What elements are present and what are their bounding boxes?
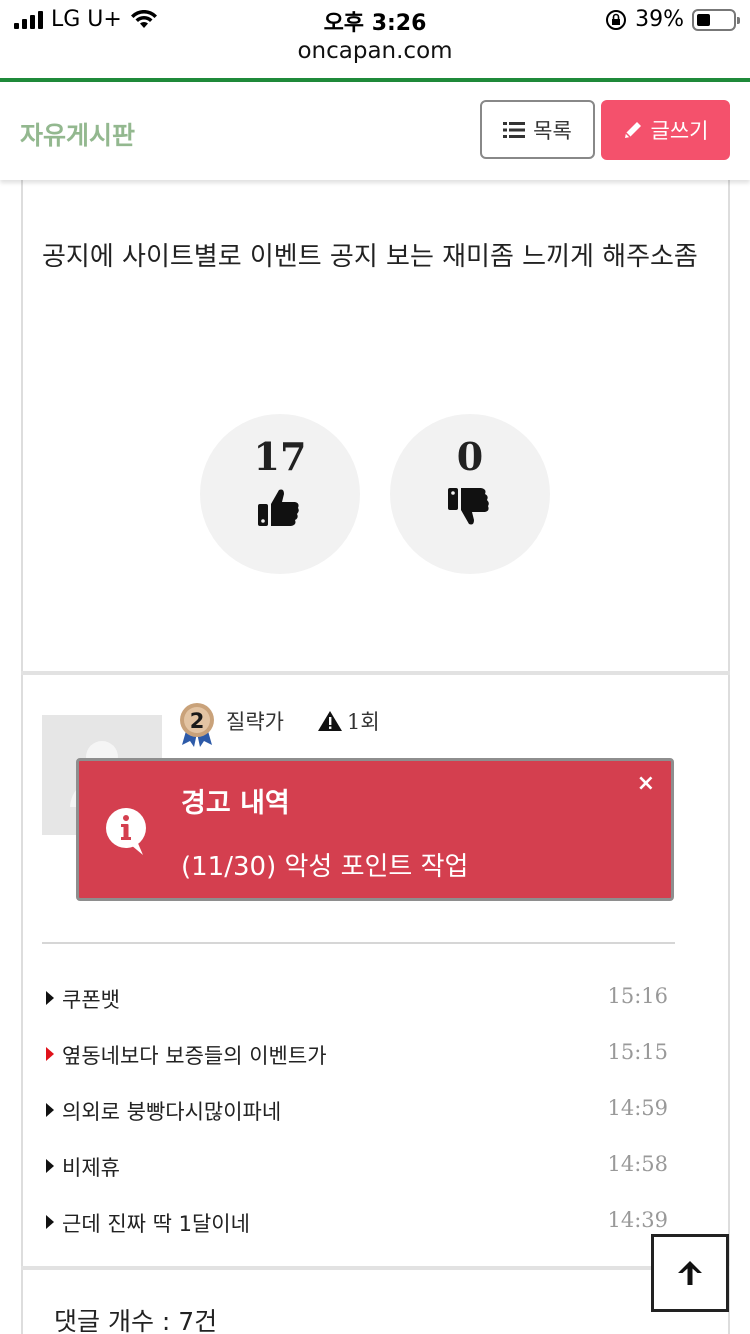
url-bar[interactable]: oncapan.com (0, 38, 750, 64)
list-button-label: 목록 (533, 118, 572, 143)
related-post-item[interactable]: 옆동네보다 보증들의 이벤트가 15:15 (42, 1026, 672, 1082)
related-post-title: 쿠폰뱃 (62, 988, 120, 1012)
upvote-button[interactable]: 17 (200, 414, 360, 574)
toast-title: 경고 내역 (181, 788, 290, 819)
comments-divider (21, 1266, 730, 1270)
downvote-count: 0 (456, 434, 484, 479)
toast-message: (11/30) 악성 포인트 작업 (181, 852, 469, 882)
related-divider (42, 942, 675, 944)
section-divider (21, 671, 730, 675)
rotation-lock-icon (606, 9, 627, 30)
related-post-time: 15:15 (607, 1040, 668, 1064)
board-header: 자유게시판 목록 글쓰기 (0, 82, 750, 180)
list-icon (503, 121, 526, 138)
level-badge: 2 (178, 701, 216, 747)
related-post-title: 비제휴 (62, 1156, 120, 1180)
warning-toast[interactable]: 경고 내역 (11/30) 악성 포인트 작업 × (76, 758, 674, 901)
caret-right-icon (46, 1103, 54, 1117)
post-body: 공지에 사이트별로 이벤트 공지 보는 재미좀 느끼게 해주소좀 (42, 242, 698, 272)
battery-icon (692, 8, 740, 31)
warning-triangle-icon (318, 711, 342, 731)
related-post-time: 14:59 (607, 1096, 668, 1120)
status-bar: LG U+ 오후 3:26 39% oncapan.com (0, 0, 750, 64)
toast-close-button[interactable]: × (637, 771, 655, 796)
downvote-button[interactable]: 0 (390, 414, 550, 574)
caret-right-icon (46, 991, 54, 1005)
related-post-time: 14:39 (607, 1208, 668, 1232)
write-button[interactable]: 글쓰기 (601, 100, 730, 160)
badge-level-number: 2 (190, 709, 205, 733)
arrow-up-icon (678, 1261, 702, 1285)
caret-right-icon (46, 1047, 54, 1061)
write-button-label: 글쓰기 (650, 119, 709, 143)
related-post-time: 14:58 (607, 1152, 668, 1176)
list-button[interactable]: 목록 (480, 100, 595, 159)
related-post-item[interactable]: 비제휴 14:58 (42, 1138, 672, 1194)
thumbs-down-icon (448, 488, 489, 525)
related-posts-list: 쿠폰뱃 15:16 옆동네보다 보증들의 이벤트가 15:15 의외로 붕빵다시… (42, 970, 672, 1250)
warning-count-label: 1회 (347, 710, 380, 734)
related-post-title: 옆동네보다 보증들의 이벤트가 (62, 1044, 327, 1068)
related-post-time: 15:16 (607, 984, 668, 1008)
related-post-item[interactable]: 의외로 붕빵다시많이파네 14:59 (42, 1082, 672, 1138)
caret-right-icon (46, 1215, 54, 1229)
caret-right-icon (46, 1159, 54, 1173)
related-post-item[interactable]: 쿠폰뱃 15:16 (42, 970, 672, 1026)
upvote-count: 17 (253, 434, 307, 479)
status-right: 39% (605, 7, 740, 32)
level-badge-icon: 2 (180, 703, 214, 747)
board-title[interactable]: 자유게시판 (20, 116, 135, 152)
comment-count: 댓글 개수 : 7건 (54, 1307, 218, 1334)
warning-count[interactable]: 1회 (317, 706, 380, 736)
author-name[interactable]: 질략가 (226, 706, 284, 736)
pencil-icon (624, 122, 641, 138)
thumbs-up-icon (258, 489, 299, 526)
related-post-title: 근데 진짜 딱 1달이네 (62, 1212, 250, 1236)
related-post-title: 의외로 붕빵다시많이파네 (62, 1100, 282, 1124)
info-bubble-icon (106, 808, 146, 855)
battery-percent: 39% (635, 7, 684, 32)
related-post-item[interactable]: 근데 진짜 딱 1달이네 14:39 (42, 1194, 672, 1250)
scroll-to-top-button[interactable] (651, 1234, 729, 1312)
